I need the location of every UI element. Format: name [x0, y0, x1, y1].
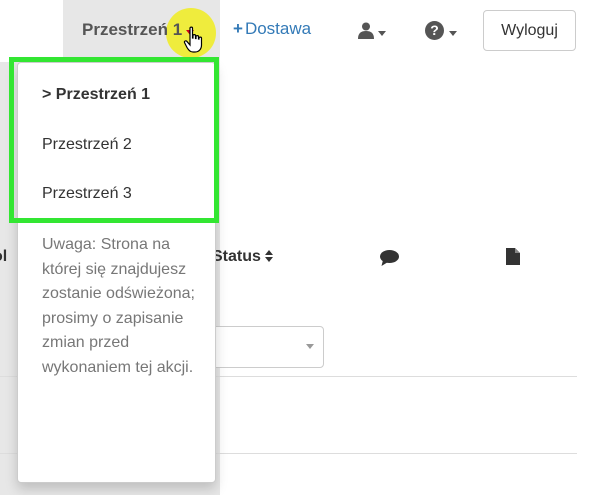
file-icon — [506, 248, 520, 265]
menu-item-space-2[interactable]: Przestrzeń 2 — [42, 136, 132, 154]
column-header-status[interactable]: Status — [212, 248, 273, 266]
delivery-link[interactable]: + Dostawa — [233, 19, 311, 39]
space-dropdown-label[interactable]: Przestrzeń 1 — [82, 20, 182, 40]
navbar: Przestrzeń 1 + Dostawa ? Wyloguj — [0, 0, 596, 62]
logout-button[interactable]: Wyloguj — [483, 10, 576, 51]
comment-icon — [380, 250, 399, 266]
user-menu-caret-icon[interactable] — [378, 31, 386, 36]
column-header-partial: ol — [0, 248, 8, 265]
plus-icon: + — [233, 19, 243, 38]
hand-cursor-icon — [183, 26, 203, 53]
help-menu-caret-icon[interactable] — [449, 31, 457, 36]
status-header-label: Status — [212, 248, 261, 265]
refresh-warning-note: Uwaga: Strona na której się znajdujesz z… — [42, 236, 195, 376]
help-icon[interactable]: ? — [425, 21, 444, 40]
user-icon[interactable] — [358, 22, 374, 39]
delivery-label: Dostawa — [244, 19, 312, 38]
select-caret-icon[interactable] — [306, 344, 314, 349]
menu-item-space-1[interactable]: > Przestrzeń 1 — [42, 86, 150, 104]
menu-item-space-3[interactable]: Przestrzeń 3 — [42, 185, 132, 203]
sort-icon[interactable] — [264, 250, 273, 262]
